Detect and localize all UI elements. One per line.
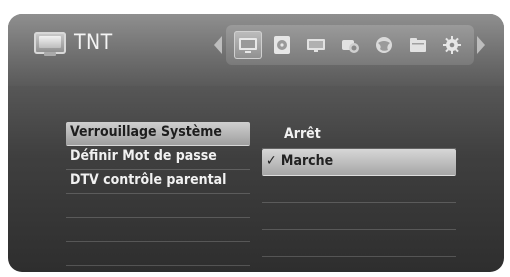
menu-item-label: DTV contrôle parental [70, 172, 227, 188]
disc-category-tab[interactable] [268, 31, 296, 59]
menu-item-label: Verrouillage Système [70, 124, 222, 140]
option-label: ✓ Marche [266, 153, 334, 169]
camera-category-tab[interactable] [336, 31, 364, 59]
folder-category-tab[interactable] [404, 31, 432, 59]
options-empty-row [262, 203, 456, 230]
monitor-category-tab[interactable] [302, 31, 330, 59]
tv-app-icon [34, 32, 66, 56]
menu-empty-row [66, 194, 250, 218]
menu-empty-row [66, 242, 250, 266]
options-list: Arrêt ✓ Marche [262, 122, 456, 257]
options-empty-row [262, 176, 456, 203]
header-bar: TNT [8, 14, 504, 86]
category-icon-bar [226, 25, 474, 65]
nav-left-arrow-icon[interactable] [214, 36, 222, 54]
option-label: Arrêt [284, 126, 321, 142]
settings-category-tab[interactable] [438, 31, 466, 59]
tv-app-icon-screen [39, 36, 61, 48]
option-arret[interactable]: Arrêt [262, 122, 456, 149]
menu-empty-row [66, 218, 250, 242]
menu-item-label: Définir Mot de passe [70, 148, 217, 164]
globe-category-tab[interactable] [370, 31, 398, 59]
option-marche[interactable]: ✓ Marche [262, 149, 456, 176]
tv-app-icon-base [44, 52, 56, 56]
camera-icon [342, 40, 359, 53]
folder-icon [410, 38, 426, 52]
menu-item-verrouillage-systeme[interactable]: Verrouillage Système [66, 122, 250, 146]
menu-item-definir-mot-de-passe[interactable]: Définir Mot de passe [66, 146, 250, 170]
page-title: TNT [74, 30, 113, 54]
nav-right-arrow-icon[interactable] [477, 36, 485, 54]
disc-icon [274, 36, 290, 54]
tnt-settings-panel: TNT Verrouillage Système Définir Mot de … [8, 14, 504, 272]
tv-icon [239, 38, 257, 53]
menu-item-dtv-controle-parental[interactable]: DTV contrôle parental [66, 170, 250, 194]
settings-menu: Verrouillage Système Définir Mot de pass… [66, 122, 250, 266]
options-empty-row [262, 230, 456, 257]
tv-category-tab[interactable] [234, 31, 262, 59]
globe-icon [376, 37, 392, 53]
monitor-icon [307, 39, 325, 52]
gear-icon [443, 36, 461, 54]
